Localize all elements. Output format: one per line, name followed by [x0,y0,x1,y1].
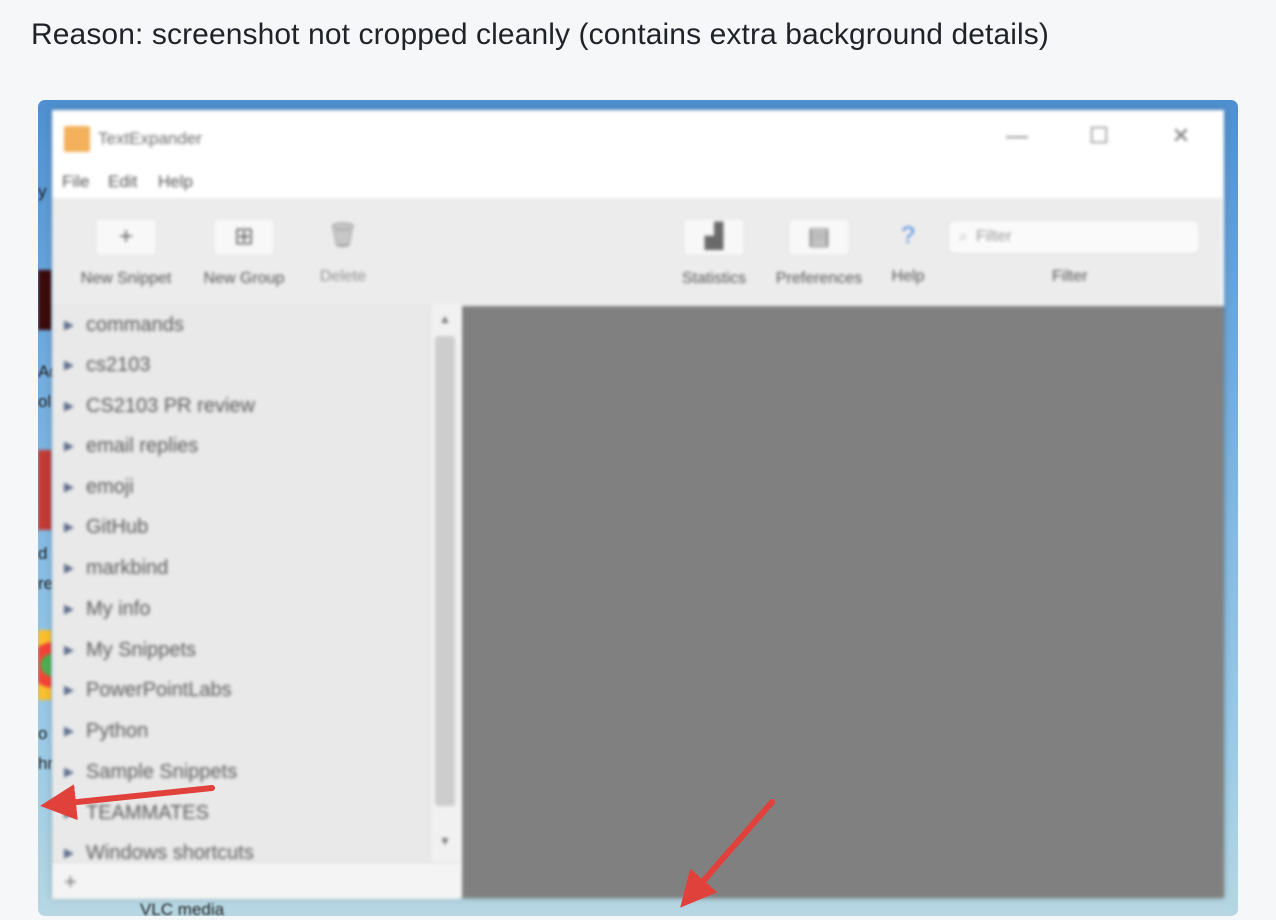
group-label: TEAMMATES [86,802,209,824]
group-label: PowerPointLabs [86,679,232,701]
trash-icon: 🗑 [327,222,359,249]
help-label: Help [891,268,925,285]
preferences-label: Preferences [775,270,863,287]
list-item[interactable]: ▶ TEAMMATES [64,802,209,825]
menu-help[interactable]: Help [158,172,193,192]
list-item[interactable]: ▶ commands [64,314,184,337]
title-bar: TextExpander — ☐ ✕ [52,110,1224,164]
scrollbar-thumb[interactable] [435,336,455,806]
help-icon: ? [901,222,915,249]
minimize-button[interactable]: — [996,120,1038,154]
list-item[interactable]: ▶ Sample Snippets [64,761,237,784]
add-group-icon[interactable]: + [64,869,77,895]
list-item[interactable]: ▶ CS2103 PR review [64,395,255,418]
group-label: email replies [86,435,199,457]
group-label: My Snippets [86,639,197,661]
desktop-text: re [38,574,54,593]
group-label: emoji [86,476,134,498]
close-button[interactable]: ✕ [1160,120,1202,154]
list-item[interactable]: ▶ email replies [64,435,198,458]
statistics-button[interactable]: ▟ Statistics [668,218,760,288]
caption: Reason: screenshot not cropped cleanly (… [31,18,1049,51]
new-group-label: New Group [203,270,285,287]
menu-bar: File Edit Help [52,164,1224,198]
group-label: CS2103 PR review [86,395,255,417]
group-label: commands [86,314,184,336]
group-list-footer: + [52,862,460,899]
filter-label: Filter [1052,268,1088,285]
preferences-button[interactable]: ▤ Preferences [764,218,874,288]
group-list-scrollbar[interactable]: ▲ ▼ [430,304,461,898]
scroll-up-icon[interactable]: ▲ [439,312,451,326]
group-label: cs2103 [86,354,151,376]
filter-input[interactable]: ⌕ Filter [948,220,1200,254]
expand-arrow-icon[interactable]: ▶ [64,438,74,453]
expand-arrow-icon[interactable]: ▶ [64,317,74,332]
expand-arrow-icon[interactable]: ▶ [64,519,74,534]
list-item[interactable]: ▶ GitHub [64,516,148,539]
expand-arrow-icon[interactable]: ▶ [64,357,74,372]
new-group-button[interactable]: ⊞ New Group [188,218,300,288]
list-item[interactable]: ▶ Python [64,720,148,743]
group-label: markbind [86,557,169,579]
window-title: TextExpander [98,129,202,148]
desktop-icon-tile [38,270,52,330]
expand-arrow-icon[interactable]: ▶ [64,682,74,697]
help-button[interactable]: ? Help [878,218,938,286]
group-label: Sample Snippets [86,761,238,783]
scroll-down-icon[interactable]: ▼ [439,834,451,848]
desktop-text: ol [38,392,52,411]
group-label: Windows shortcuts [86,842,254,864]
app-icon [64,126,90,152]
new-snippet-label: New Snippet [80,270,172,287]
filter-placeholder: Filter [975,228,1012,245]
desktop-vlc-label: VLC media [140,900,225,916]
maximize-button[interactable]: ☐ [1078,120,1120,154]
list-item[interactable]: ▶ My info [64,598,150,621]
expand-arrow-icon[interactable]: ▶ [64,398,74,413]
group-label: My info [86,598,151,620]
list-item[interactable]: ▶ cs2103 [64,354,151,377]
snippet-detail-pane [462,306,1224,898]
preferences-icon: ▤ [788,218,850,256]
group-list[interactable]: ▶ commands ▶ cs2103 ▶ CS2103 PR review ▶ ema… [52,304,430,898]
expand-arrow-icon[interactable]: ▶ [64,601,74,616]
expand-arrow-icon[interactable]: ▶ [64,805,74,820]
list-item[interactable]: ▶ emoji [64,476,134,499]
expand-arrow-icon[interactable]: ▶ [64,723,74,738]
list-item[interactable]: ▶ My Snippets [64,639,196,662]
group-label: GitHub [86,516,149,538]
plus-icon: + [95,218,157,256]
screenshot-frame: y Ad ol d re o hr TextExpander — ☐ ✕ Fil… [38,100,1238,916]
desktop-icon-tile [38,450,52,530]
app-window: TextExpander — ☐ ✕ File Edit Help + New … [52,110,1224,899]
expand-arrow-icon[interactable]: ▶ [64,479,74,494]
delete-label: Delete [319,268,367,285]
expand-arrow-icon[interactable]: ▶ [64,764,74,779]
search-icon: ⌕ [959,228,968,245]
expand-arrow-icon[interactable]: ▶ [64,642,74,657]
group-label: Python [86,720,149,742]
toolbar: + New Snippet ⊞ New Group 🗑 Delete ▟ Sta… [52,198,1222,305]
list-item[interactable]: ▶ markbind [64,557,168,580]
desktop-text: y [38,182,47,201]
statistics-icon: ▟ [683,218,745,256]
menu-edit[interactable]: Edit [108,172,137,192]
desktop-icon-tile [38,630,52,700]
desktop-text: d [38,544,48,563]
new-snippet-button[interactable]: + New Snippet [66,218,186,288]
menu-file[interactable]: File [62,172,89,192]
expand-arrow-icon[interactable]: ▶ [64,560,74,575]
desktop-text: hr [38,754,54,773]
new-group-icon: ⊞ [213,218,275,256]
expand-arrow-icon[interactable]: ▶ [64,845,74,860]
desktop-text: o [38,724,48,743]
delete-button[interactable]: 🗑 Delete [308,218,378,286]
list-item[interactable]: ▶ PowerPointLabs [64,679,232,702]
statistics-label: Statistics [681,270,746,287]
